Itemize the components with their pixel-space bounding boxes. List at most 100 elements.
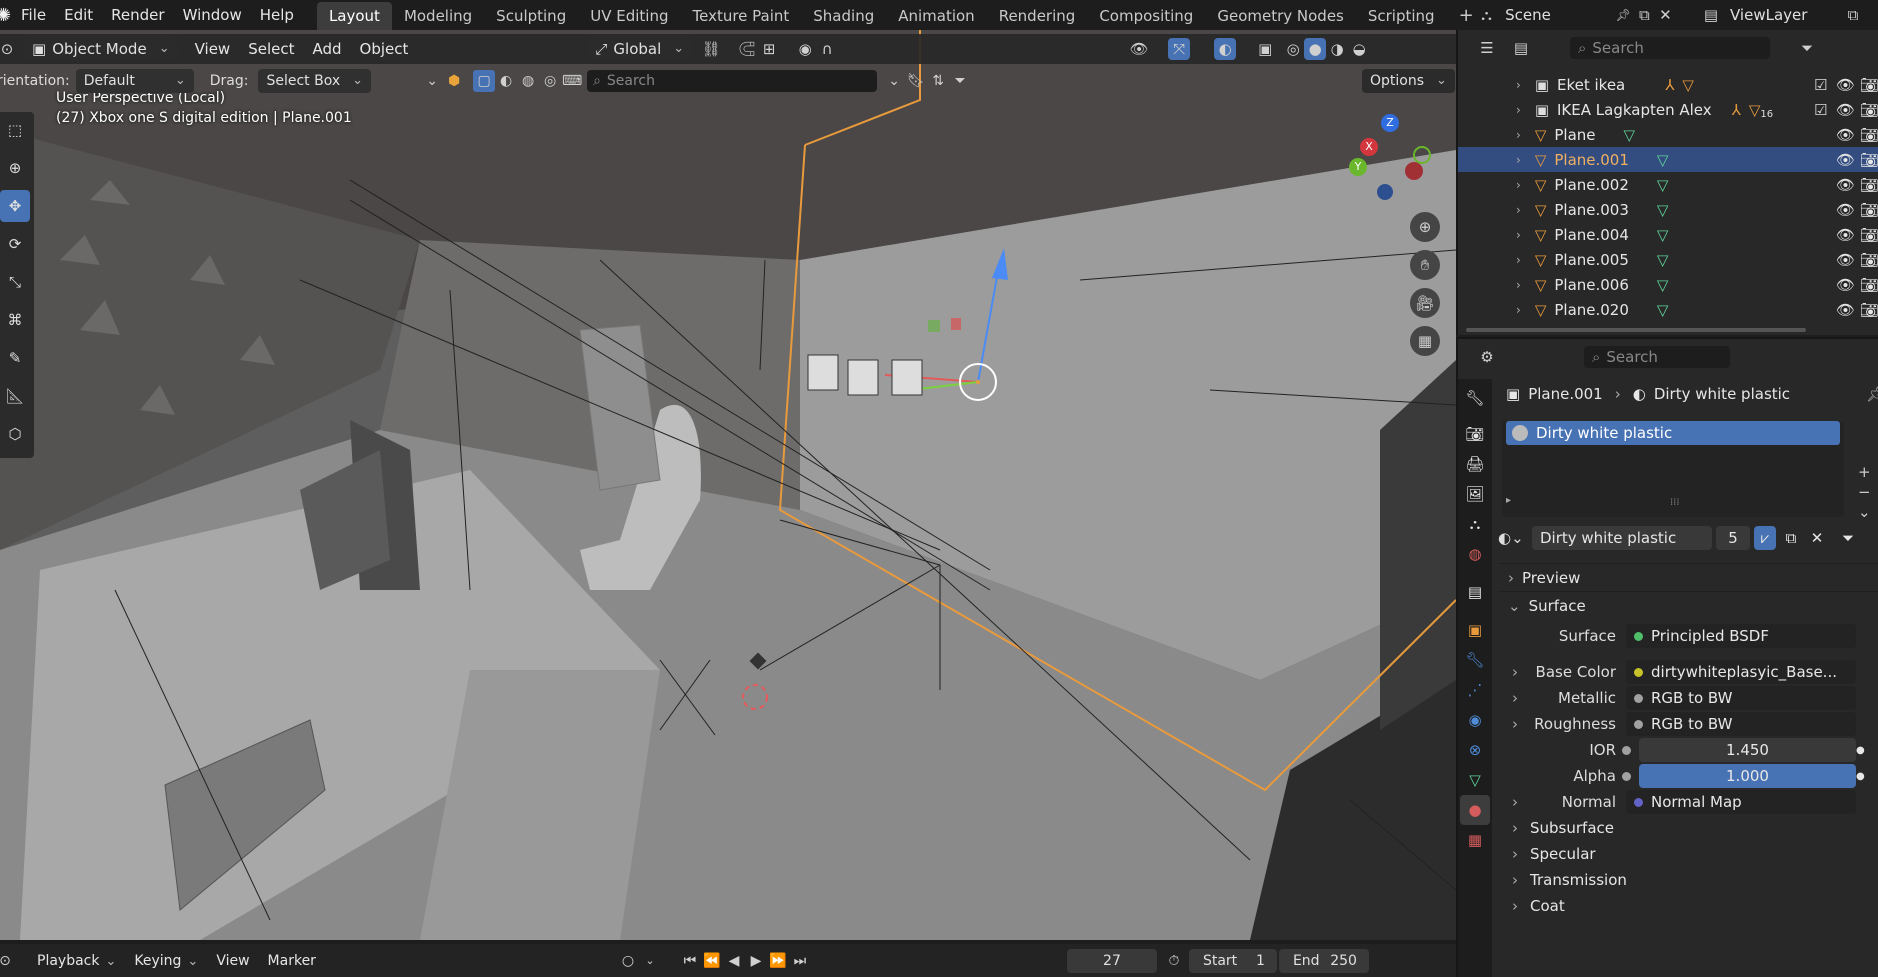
scene-name-field[interactable]: Scene <box>1497 3 1613 27</box>
delete-scene-icon[interactable]: ✕ <box>1655 4 1676 26</box>
transform-tool-icon[interactable]: ⌘ <box>0 304 30 336</box>
snap-icon[interactable]: 🧲︎ <box>736 38 758 60</box>
transmission-row[interactable]: › Transmission <box>1498 867 1878 893</box>
current-frame-field[interactable]: 27 <box>1066 948 1157 973</box>
viewport-menu-view[interactable]: View <box>186 40 240 58</box>
pin-icon[interactable]: 📌︎ <box>1866 385 1878 403</box>
outliner-search-field[interactable]: ⌕ Search <box>1570 37 1770 59</box>
timeline-menu-keying[interactable]: Keying <box>125 953 207 969</box>
ior-field[interactable]: 1.450 <box>1639 738 1856 762</box>
record-icon[interactable]: ○ <box>617 950 639 972</box>
eye-icon[interactable]: 👁︎ <box>1836 76 1855 94</box>
viewport-menu-object[interactable]: Object <box>351 40 418 58</box>
normal-expand-icon[interactable]: › <box>1512 793 1518 811</box>
outliner-row-plane-001[interactable]: › ▽ Plane.001 ▽ 👁︎ 📷︎ <box>1458 147 1878 172</box>
timeline-menu-marker[interactable]: Marker <box>259 953 325 969</box>
viewport-scene[interactable] <box>0 30 1456 940</box>
gizmo-z-icon[interactable]: Z <box>1381 114 1399 132</box>
jump-start-icon[interactable]: ⏮ <box>679 950 701 972</box>
view-layer-name-field[interactable]: ViewLayer <box>1722 3 1842 27</box>
gizmo-x-icon[interactable]: X <box>1360 138 1378 156</box>
select-tool-icon[interactable]: ⬚ <box>0 114 30 146</box>
slot-menu-icon[interactable]: ⌄ <box>1858 503 1871 521</box>
base-color-field[interactable]: dirtywhiteplasyic_Base... <box>1626 660 1856 684</box>
constraints-tab-icon[interactable]: ⊗ <box>1460 735 1490 765</box>
editor-type-icon[interactable]: ⊙ <box>0 38 18 60</box>
particles-tab-icon[interactable]: ⋰ <box>1460 675 1490 705</box>
camera-render-icon[interactable]: 📷︎ <box>1860 301 1878 319</box>
collection-filter-icon[interactable]: ⌄ <box>421 70 443 92</box>
expand-chevron-icon[interactable]: › <box>1516 128 1521 142</box>
material-tab-icon[interactable]: ● <box>1460 795 1490 825</box>
eye-icon[interactable]: 👁︎ <box>1836 226 1855 244</box>
tab-layout[interactable]: Layout <box>316 2 392 30</box>
surface-section[interactable]: ⌄ Surface <box>1498 591 1878 619</box>
surface-shader-field[interactable]: Principled BSDF <box>1626 624 1856 648</box>
expand-chevron-icon[interactable]: › <box>1516 78 1521 92</box>
mode-dropdown[interactable]: ▣ Object Mode <box>24 37 178 61</box>
camera-render-icon[interactable]: 📷︎ <box>1860 176 1878 194</box>
next-keyframe-icon[interactable]: ⏩ <box>767 950 789 972</box>
overlay-toggle-icon[interactable]: ◐ <box>1214 38 1237 60</box>
duplicate-material-icon[interactable]: ⧉ <box>1780 529 1802 547</box>
sort-icon[interactable]: ⇅ <box>927 70 949 92</box>
eye-icon[interactable]: 👁︎ <box>1836 201 1855 219</box>
tab-animation[interactable]: Animation <box>886 2 986 30</box>
add-cube-tool-icon[interactable]: ⬡ <box>0 418 30 450</box>
outliner-row-plane[interactable]: › ▽ Plane ▽ 👁︎ 📷︎ <box>1458 122 1878 147</box>
expand-chevron-icon[interactable]: › <box>1516 228 1521 242</box>
expand-chevron-icon[interactable]: › <box>1516 103 1521 117</box>
outliner-row-plane-020[interactable]: › ▽ Plane.020 ▽ 👁︎ 📷︎ <box>1458 297 1878 322</box>
zoom-icon[interactable]: ⊕ <box>1410 212 1440 242</box>
outliner-row-eket-ikea[interactable]: › ▣ Eket ikea ⅄ ▽ ☑ 👁︎ 📷︎ <box>1458 72 1878 97</box>
eye-icon[interactable]: 👁︎ <box>1836 301 1855 319</box>
object-tab-icon[interactable]: ▣ <box>1460 615 1490 645</box>
alpha-slider[interactable]: 1.000 <box>1639 764 1856 788</box>
material-shading-icon[interactable]: ◑ <box>1326 38 1348 60</box>
prev-keyframe-icon[interactable]: ⏪ <box>701 950 723 972</box>
snap-target-icon[interactable]: ⊞ <box>758 38 780 60</box>
rendered-shading-icon[interactable]: ◒ <box>1348 38 1370 60</box>
remove-slot-icon[interactable]: − <box>1858 483 1871 501</box>
unlink-material-icon[interactable]: ✕ <box>1806 529 1828 547</box>
expand-chevron-icon[interactable]: › <box>1516 203 1521 217</box>
navigation-gizmo[interactable]: Z X Y <box>1345 110 1435 200</box>
roughness-expand-icon[interactable]: › <box>1512 715 1518 733</box>
collection-tab-icon[interactable]: ▤ <box>1460 577 1490 607</box>
timeline-menu-view[interactable]: View <box>207 953 258 969</box>
scale-tool-icon[interactable]: ⤡ <box>0 266 30 298</box>
outliner-row-plane-002[interactable]: › ▽ Plane.002 ▽ 👁︎ 📷︎ <box>1458 172 1878 197</box>
camera-render-icon[interactable]: 📷︎ <box>1860 76 1878 94</box>
alpha-keyframe-dot-icon[interactable]: ● <box>1856 771 1865 782</box>
gizmo-y-icon[interactable]: Y <box>1349 158 1367 176</box>
tab-shading[interactable]: Shading <box>801 2 886 30</box>
proportional-edit-icon[interactable]: ◉ <box>794 38 816 60</box>
start-frame-field[interactable]: Start 1 <box>1188 948 1277 973</box>
texture-sphere-icon[interactable]: ◍ <box>517 70 539 92</box>
eye-icon[interactable]: 👁︎ <box>1836 251 1855 269</box>
annotate-tool-icon[interactable]: ✎ <box>0 342 30 374</box>
world-tab-icon[interactable]: ◍ <box>1460 539 1490 569</box>
outliner-row-plane-006[interactable]: › ▽ Plane.006 ▽ 👁︎ 📷︎ <box>1458 272 1878 297</box>
camera-view-icon[interactable]: 🎥︎ <box>1410 288 1440 318</box>
outliner-row-plane-005[interactable]: › ▽ Plane.005 ▽ 👁︎ 📷︎ <box>1458 247 1878 272</box>
node-filter-icon[interactable]: ⏷ <box>1842 529 1854 547</box>
render-tab-icon[interactable]: 📷︎ <box>1460 419 1490 449</box>
tool-tab-icon[interactable]: 🔧︎ <box>1460 383 1490 413</box>
expand-chevron-icon[interactable]: › <box>1516 253 1521 267</box>
options-dropdown[interactable]: Options <box>1362 69 1455 93</box>
outliner-display-mode-icon[interactable]: ▤ <box>1510 37 1532 59</box>
data-tab-icon[interactable]: ▽ <box>1460 765 1490 795</box>
subsurface-row[interactable]: › Subsurface <box>1498 815 1878 841</box>
camera-render-icon[interactable]: 📷︎ <box>1860 101 1878 119</box>
slot-expand-icon[interactable]: ▸ <box>1506 495 1511 506</box>
eye-icon[interactable]: 👁︎ <box>1836 176 1855 194</box>
falloff-icon[interactable]: ∩ <box>816 38 838 60</box>
preview-section[interactable]: › Preview <box>1498 563 1878 591</box>
measure-tool-icon[interactable]: 📐︎ <box>0 380 30 412</box>
menu-render[interactable]: Render <box>102 6 173 24</box>
expand-chevron-icon[interactable]: › <box>1516 153 1521 167</box>
coat-row[interactable]: › Coat <box>1498 893 1878 919</box>
xray-toggle-icon[interactable]: ▣ <box>1254 38 1276 60</box>
eye-icon[interactable]: 👁︎ <box>1836 276 1855 294</box>
